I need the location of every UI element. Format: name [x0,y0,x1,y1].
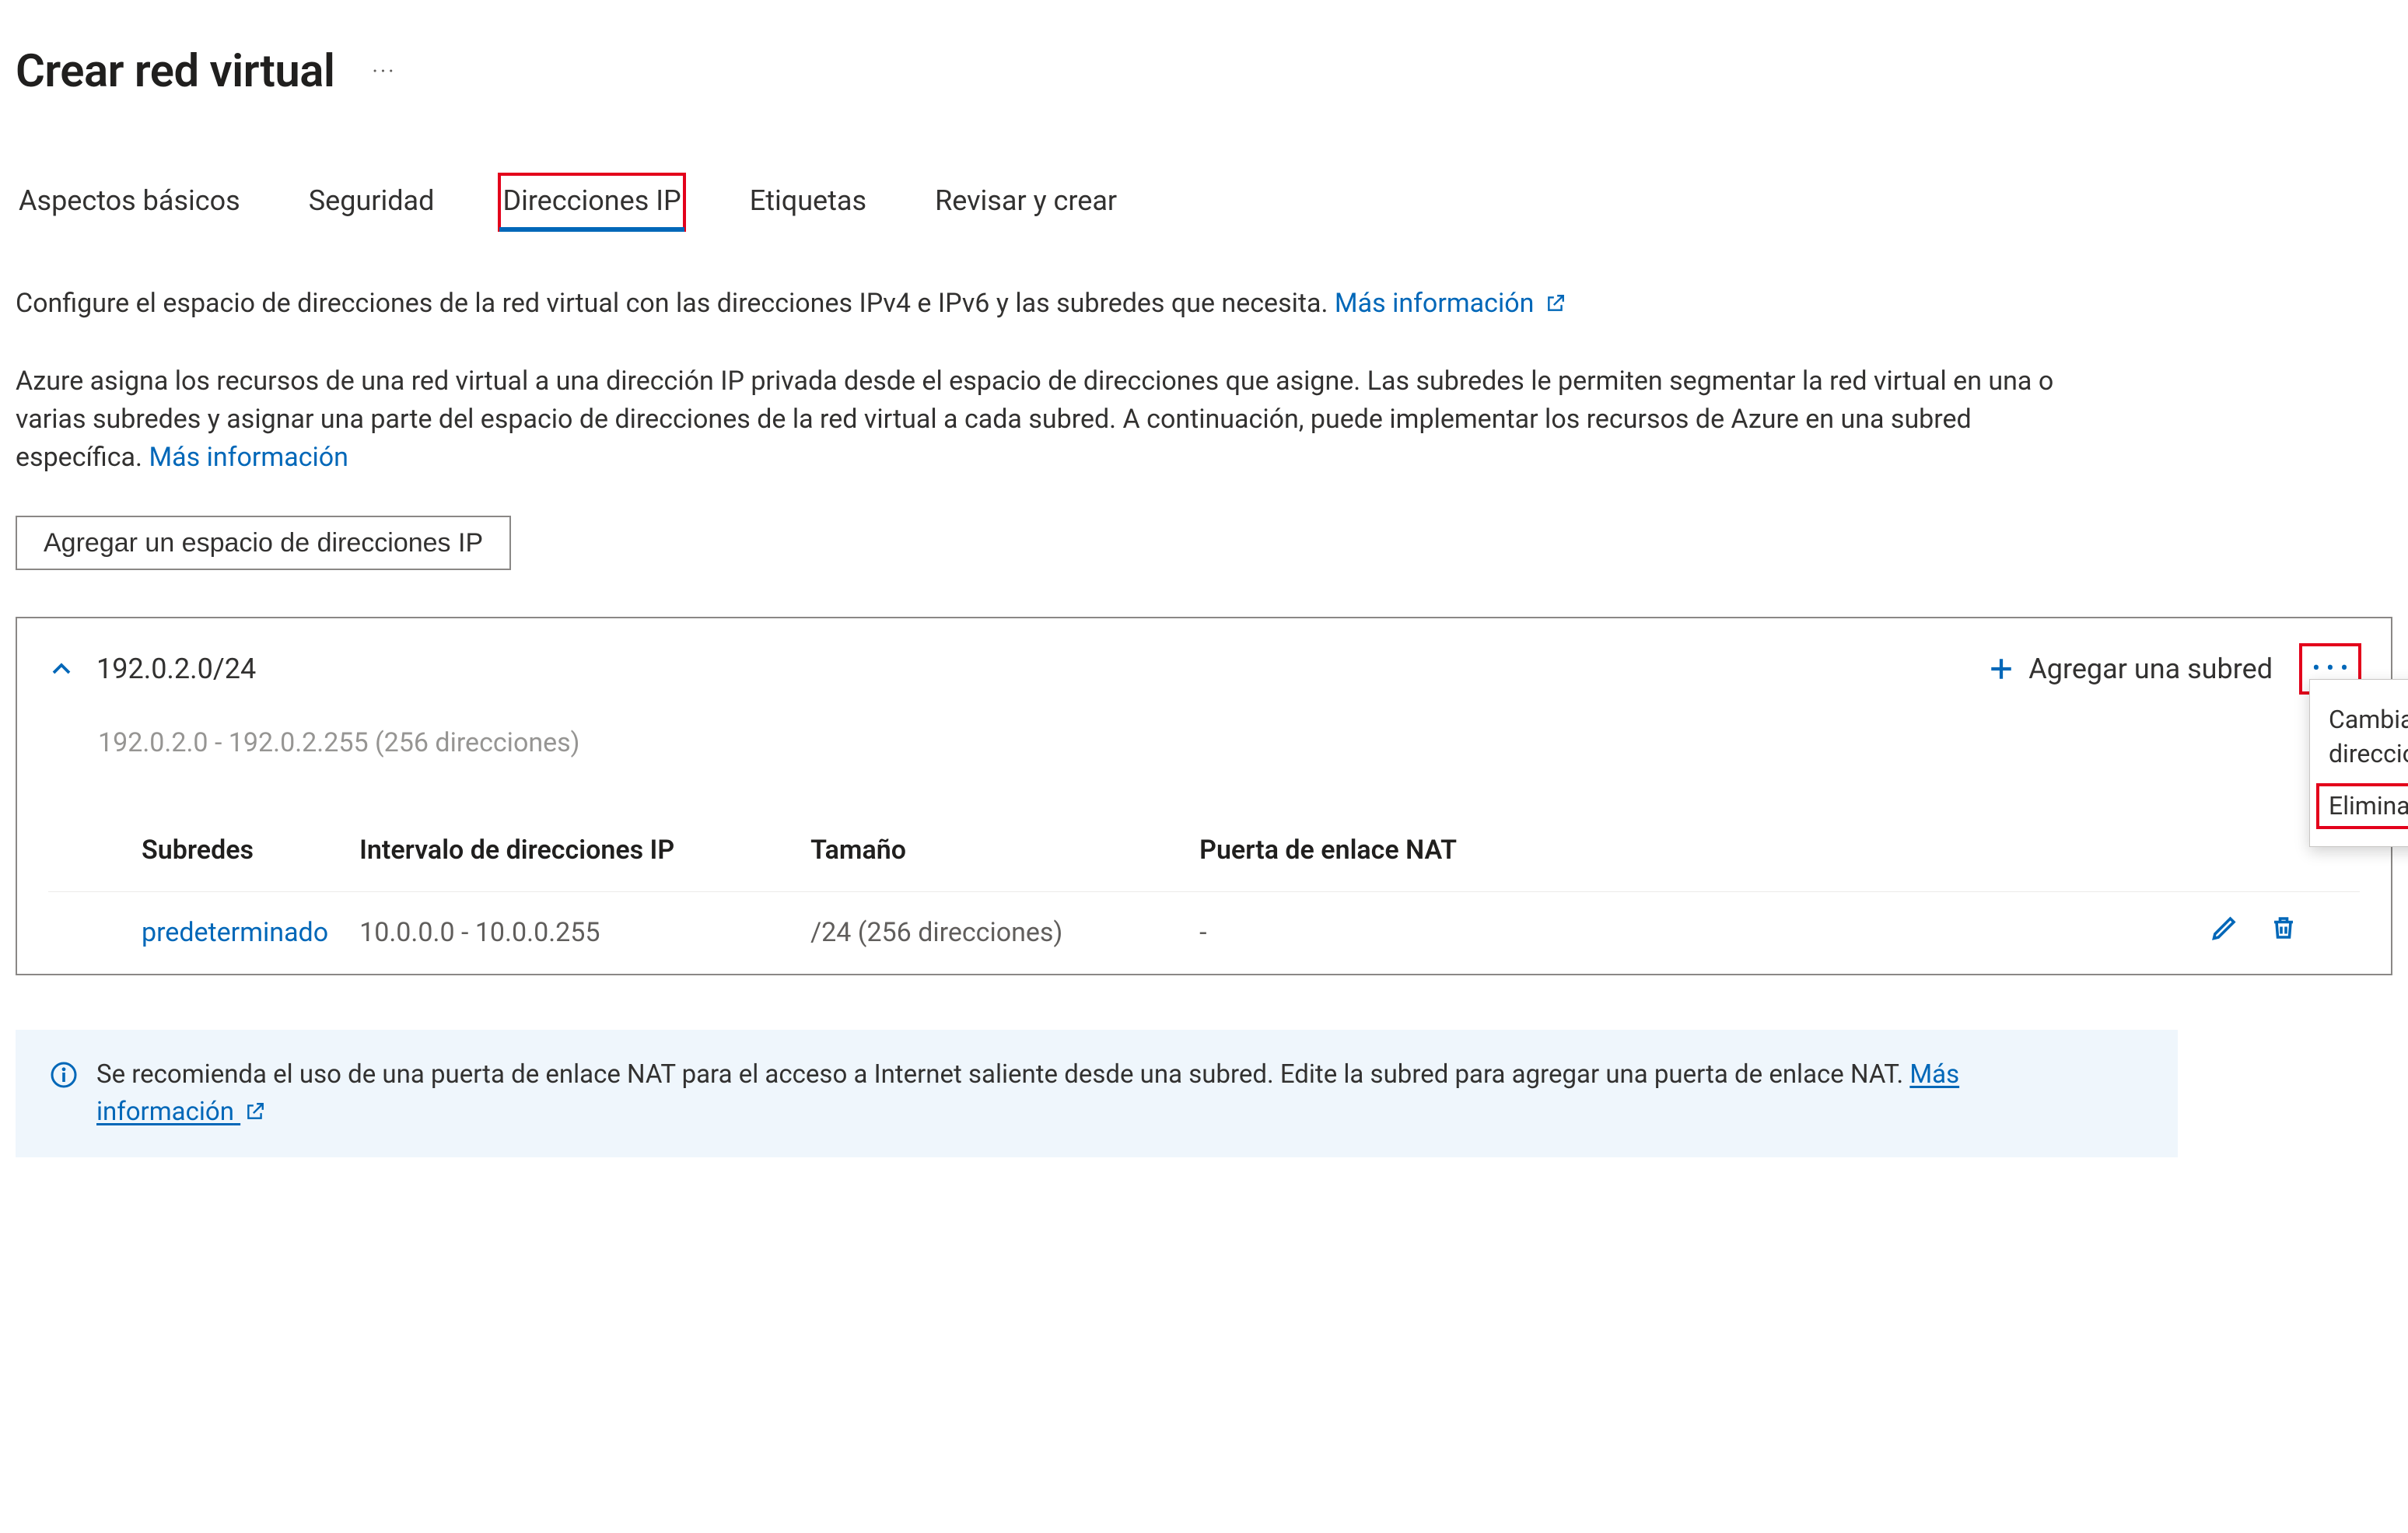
learn-more-link-1-text: Más información [1335,288,1534,319]
subnet-range: 10.0.0.0 - 10.0.0.255 [344,892,795,975]
external-link-icon [1545,286,1566,306]
edit-subnet-button[interactable] [2210,919,2238,947]
external-link-icon [245,1095,265,1115]
menu-item-resize-address-space[interactable]: Cambiar tamaño de un espacio de direccio… [2310,695,2408,778]
nat-info-banner: Se recomienda el uso de una puerta de en… [16,1030,2178,1157]
add-subnet-label: Agregar una subred [2028,649,2273,689]
info-icon [50,1061,78,1089]
subnet-size: /24 (256 direcciones) [795,892,1184,975]
learn-more-link-2[interactable]: Más información [149,442,348,473]
more-horizontal-icon: ••• [2312,657,2354,681]
delete-subnet-button[interactable] [2270,919,2298,947]
address-space-context-menu: Cambiar tamaño de un espacio de direccio… [2309,679,2408,847]
add-ip-space-button[interactable]: Agregar un espacio de direcciones IP [16,516,511,570]
intro-line-1-text: Configure el espacio de direcciones de l… [16,288,1335,319]
page-title-more-icon[interactable]: ··· [373,56,397,88]
add-subnet-button[interactable]: Agregar una subred [1988,649,2273,689]
col-header-subnets: Subredes [48,810,344,892]
pencil-icon [2210,914,2238,953]
tab-ip-addresses[interactable]: Direcciones IP [499,174,684,230]
subnet-name-link[interactable]: predeterminado [142,917,328,948]
tab-security[interactable]: Seguridad [306,174,438,230]
trash-icon [2270,914,2298,953]
address-space-range-note: 192.0.2.0 - 192.0.2.255 (256 direcciones… [98,724,2360,762]
menu-item-delete-address-space[interactable]: Eliminar espacio de direcciones [2315,782,2408,831]
tab-basics[interactable]: Aspectos básicos [16,174,243,230]
table-row: predeterminado 10.0.0.0 - 10.0.0.255 /24… [48,892,2360,975]
plus-icon [1988,656,2014,682]
intro-para-2: Azure asigna los recursos de una red vir… [16,362,2077,478]
intro-line-1: Configure el espacio de direcciones de l… [16,285,2077,323]
address-space-panel: 192.0.2.0/24 Agregar una subred ••• Camb… [16,617,2392,975]
col-header-nat: Puerta de enlace NAT [1184,810,1666,892]
subnet-table: Subredes Intervalo de direcciones IP Tam… [48,810,2360,975]
tabs: Aspectos básicos Seguridad Direcciones I… [16,174,2392,230]
col-header-range: Intervalo de direcciones IP [344,810,795,892]
page-title: Crear red virtual [16,39,335,104]
chevron-up-icon[interactable] [48,656,75,682]
learn-more-link-1[interactable]: Más información [1335,288,1566,319]
tab-review-create[interactable]: Revisar y crear [932,174,1120,230]
col-header-size: Tamaño [795,810,1184,892]
subnet-nat: - [1184,892,1666,975]
nat-info-text: Se recomienda el uso de una puerta de en… [96,1059,1909,1090]
address-space-cidr: 192.0.2.0/24 [96,649,256,689]
tab-tags[interactable]: Etiquetas [747,174,870,230]
